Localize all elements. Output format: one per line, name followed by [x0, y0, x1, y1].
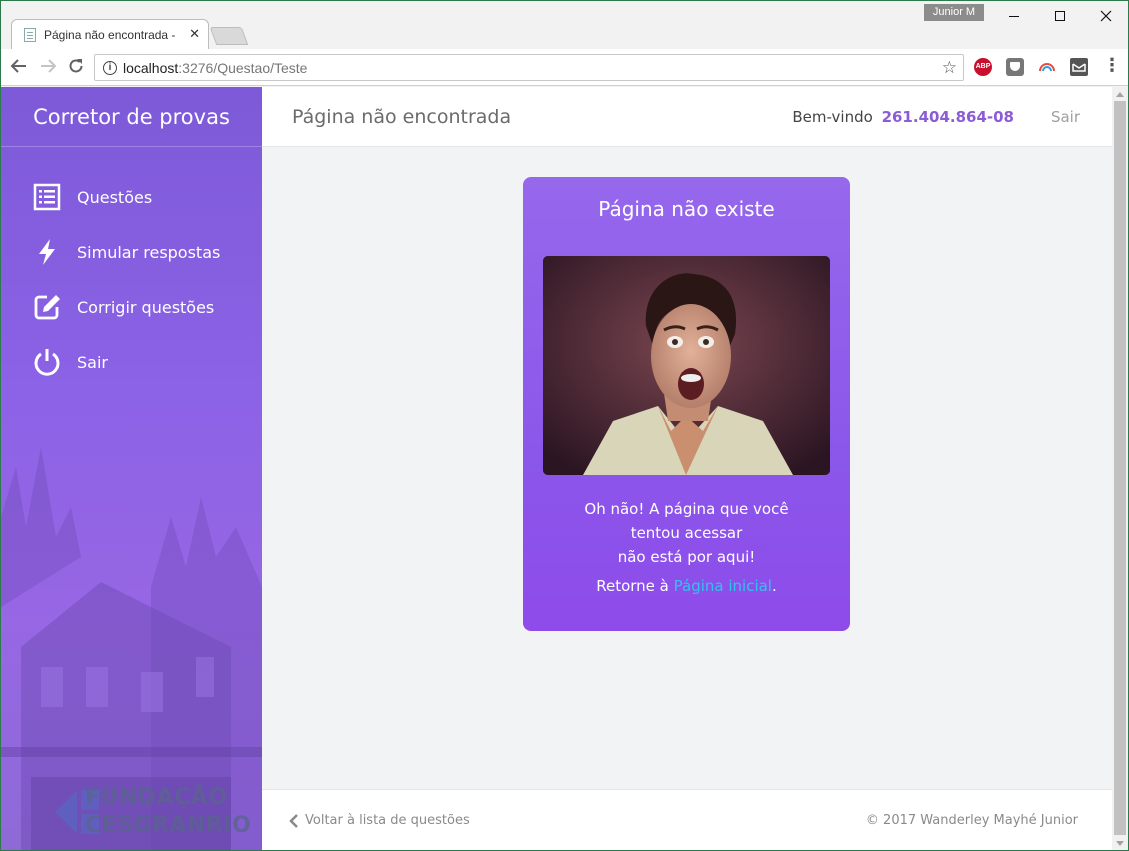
page-header: Página não encontrada Bem-vindo 261.404.…	[262, 87, 1112, 147]
reload-icon	[69, 59, 83, 73]
adblock-extension-icon[interactable]: ABP	[974, 58, 992, 76]
back-to-list-link[interactable]: Voltar à lista de questões	[289, 790, 470, 850]
close-icon	[1100, 10, 1112, 22]
page-footer: Voltar à lista de questões © 2017 Wander…	[262, 789, 1112, 850]
brand-title[interactable]: Corretor de provas	[1, 87, 262, 147]
close-window-button[interactable]	[1083, 1, 1128, 31]
browser-menu-icon[interactable]: ⋮	[1103, 57, 1121, 77]
address-bar[interactable]: i localhost:3276/Questao/Teste ☆	[94, 54, 964, 81]
sidebar: Corretor de provas Questões Simular resp…	[1, 87, 262, 850]
welcome-label: Bem-vindo	[792, 108, 873, 126]
logout-link[interactable]: Sair	[1051, 87, 1080, 147]
return-text: Retorne à Página inicial.	[523, 577, 850, 595]
minimize-icon	[1009, 15, 1019, 17]
card-message: Oh não! A página que você tentou acessar…	[523, 497, 850, 569]
scroll-down-arrow-icon[interactable]	[1116, 841, 1124, 846]
maximize-button[interactable]	[1037, 1, 1083, 31]
maximize-icon	[1055, 11, 1065, 21]
return-suffix: .	[771, 577, 777, 595]
edit-icon	[34, 295, 60, 320]
scroll-thumb[interactable]	[1114, 101, 1126, 835]
user-id[interactable]: 261.404.864-08	[882, 108, 1014, 126]
minimize-button[interactable]	[991, 1, 1037, 31]
lightning-icon	[39, 239, 55, 265]
home-link[interactable]: Página inicial	[674, 577, 772, 595]
not-found-card: Página não existe Oh não! A página que v…	[523, 177, 850, 631]
sidebar-item-corrigir[interactable]: Corrigir questões	[1, 285, 262, 329]
chevron-left-icon	[289, 814, 298, 828]
sidebar-item-simular[interactable]: Simular respostas	[1, 230, 262, 274]
arc-extension-icon[interactable]	[1038, 58, 1056, 76]
arrow-left-icon	[10, 59, 26, 73]
list-icon	[33, 183, 61, 211]
back-button[interactable]	[9, 57, 29, 77]
pocket-extension-icon[interactable]	[1006, 58, 1024, 76]
browser-tab[interactable]: Página não encontrada - ✕	[11, 19, 209, 49]
logo-text: FUNDAÇÃO CESGRANRIO	[85, 784, 251, 840]
message-line-3: não está por aqui!	[617, 548, 756, 566]
scroll-up-arrow-icon[interactable]	[1116, 92, 1124, 97]
sidebar-item-label: Sair	[77, 352, 108, 372]
page-viewport: Corretor de provas Questões Simular resp…	[1, 87, 1112, 850]
sidebar-item-label: Questões	[77, 187, 153, 207]
profile-badge[interactable]: Junior M	[924, 4, 984, 21]
forward-button[interactable]	[38, 57, 58, 77]
logo-line-2: CESGRANRIO	[85, 813, 252, 838]
new-tab-button[interactable]	[209, 27, 249, 45]
sidebar-item-label: Simular respostas	[77, 242, 221, 262]
bookmark-star-icon[interactable]: ☆	[942, 58, 957, 78]
message-line-2: tentou acessar	[630, 524, 743, 542]
logo-line-1: FUNDAÇÃO	[85, 785, 228, 810]
url-host: localhost	[123, 59, 179, 76]
tab-close-icon[interactable]: ✕	[189, 27, 200, 42]
browser-toolbar: i localhost:3276/Questao/Teste ☆ ABP ⋮	[1, 49, 1128, 86]
surprised-man-image	[543, 256, 830, 475]
cesgranrio-logo: FUNDAÇÃO CESGRANRIO	[23, 782, 251, 842]
title-bar: Página não encontrada - ✕ Junior M	[1, 1, 1128, 49]
sidebar-item-sair[interactable]: Sair	[1, 340, 262, 384]
arrow-right-icon	[41, 59, 57, 73]
reload-button[interactable]	[66, 57, 86, 77]
page-title: Página não encontrada	[292, 106, 512, 128]
mail-extension-icon[interactable]	[1070, 58, 1088, 76]
sidebar-item-questoes[interactable]: Questões	[1, 175, 262, 219]
power-icon	[34, 349, 60, 376]
url-path: :3276/Questao/Teste	[178, 59, 308, 76]
back-link-label: Voltar à lista de questões	[305, 813, 470, 828]
message-line-1: Oh não! A página que você	[584, 500, 789, 518]
return-prefix: Retorne à	[596, 577, 674, 595]
page-favicon-icon	[24, 27, 36, 42]
sidebar-item-label: Corrigir questões	[77, 297, 215, 317]
vertical-scrollbar[interactable]	[1112, 87, 1128, 850]
copyright-text: © 2017 Wanderley Mayhé Junior	[865, 813, 1078, 828]
tab-title: Página não encontrada -	[44, 27, 176, 42]
welcome-text: Bem-vindo 261.404.864-08	[792, 87, 1014, 147]
card-title: Página não existe	[598, 197, 775, 221]
info-icon[interactable]: i	[103, 60, 117, 75]
browser-window: Página não encontrada - ✕ Junior M i loc…	[0, 0, 1129, 851]
